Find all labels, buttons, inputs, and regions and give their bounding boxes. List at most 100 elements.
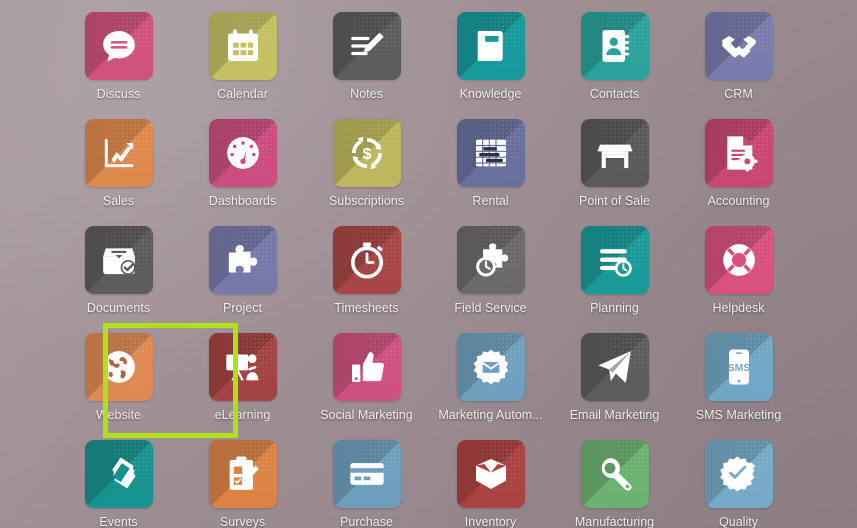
app-icon-point-of-sale[interactable]: Point of Sale [553, 119, 677, 226]
gauge-icon[interactable] [208, 119, 277, 187]
calendar-icon[interactable] [208, 12, 277, 80]
app-label: Inventory [464, 515, 517, 528]
app-icon-discuss[interactable]: Discuss [57, 12, 181, 119]
address-book-icon [602, 30, 629, 62]
app-icon-project[interactable]: Project [181, 226, 305, 333]
app-icon-documents[interactable]: Documents [57, 226, 181, 333]
app-label: Point of Sale [579, 194, 650, 208]
dollar-recycle-icon[interactable]: $ [332, 119, 401, 187]
app-label: Knowledge [459, 87, 522, 101]
app-icon-notes[interactable]: Notes [305, 12, 429, 119]
calendar-icon [227, 29, 258, 61]
handshake-icon [721, 36, 756, 58]
whiteboard-presenter-icon[interactable] [208, 333, 277, 401]
growth-chart-icon [104, 138, 133, 168]
app-icon-events[interactable]: Events [57, 440, 181, 528]
app-label: eLearning [214, 408, 271, 422]
thumbs-up-icon [351, 352, 384, 382]
sms-phone-icon: SMS [727, 349, 750, 385]
app-icon-contacts[interactable]: Contacts [553, 12, 677, 119]
app-icon-inventory[interactable]: Inventory [429, 440, 553, 528]
wrench-icon [601, 458, 631, 491]
stopwatch-icon[interactable] [332, 226, 401, 294]
credit-card-icon[interactable] [332, 440, 401, 508]
chat-bubble-icon[interactable] [84, 12, 153, 80]
app-icon-marketing-autom[interactable]: Marketing Autom... [429, 333, 553, 440]
app-icon-timesheets[interactable]: Timesheets [305, 226, 429, 333]
wrench-icon[interactable] [580, 440, 649, 508]
app-label: Subscriptions [328, 194, 405, 208]
growth-chart-icon[interactable] [84, 119, 153, 187]
whiteboard-presenter-icon [225, 354, 258, 381]
app-label: Project [223, 301, 262, 315]
bars-clock-icon[interactable] [580, 226, 649, 294]
gantt-table-icon [475, 139, 506, 167]
app-label: Email Marketing [569, 408, 660, 422]
handshake-icon[interactable] [704, 12, 773, 80]
gear-envelope-icon [473, 349, 508, 385]
app-icon-accounting[interactable]: Accounting [677, 119, 801, 226]
app-grid: Discuss Calendar Notes Knowledge Contacts CRM… [0, 0, 857, 528]
sms-phone-icon[interactable]: SMS [704, 333, 773, 401]
app-label: Documents [86, 301, 151, 315]
globe-icon[interactable] [84, 333, 153, 401]
globe-icon [102, 351, 135, 383]
app-icon-sms-marketing[interactable]: SMS SMS Marketing [677, 333, 801, 440]
app-label: Contacts [589, 87, 640, 101]
ticket-icon [111, 457, 136, 489]
app-label: Marketing Autom... [438, 408, 543, 422]
app-label: Website [96, 408, 141, 422]
clipboard-pencil-icon[interactable] [208, 440, 277, 508]
document-gear-icon[interactable] [704, 119, 773, 187]
app-icon-manufacturing[interactable]: Manufacturing [553, 440, 677, 528]
storefront-icon[interactable] [580, 119, 649, 187]
bars-clock-icon [599, 249, 632, 277]
open-box-icon[interactable] [456, 440, 525, 508]
thumbs-up-icon[interactable] [332, 333, 401, 401]
app-icon-quality[interactable]: Quality [677, 440, 801, 528]
app-icon-surveys[interactable]: Surveys [181, 440, 305, 528]
document-gear-icon [726, 136, 757, 172]
file-tray-check-icon[interactable] [84, 226, 153, 294]
credit-card-icon [349, 463, 384, 485]
app-label: Events [99, 515, 138, 528]
gauge-icon [226, 137, 259, 169]
puzzle-clock-icon[interactable] [456, 226, 525, 294]
puzzle-clock-icon [475, 243, 508, 277]
app-icon-field-service[interactable]: Field Service [429, 226, 553, 333]
svg-text:SMS: SMS [727, 363, 750, 374]
app-icon-elearning[interactable]: eLearning [181, 333, 305, 440]
app-label: Manufacturing [574, 515, 655, 528]
app-icon-dashboards[interactable]: Dashboards [181, 119, 305, 226]
app-icon-purchase[interactable]: Purchase [305, 440, 429, 528]
app-icon-email-marketing[interactable]: Email Marketing [553, 333, 677, 440]
address-book-icon[interactable] [580, 12, 649, 80]
note-pencil-icon[interactable] [332, 12, 401, 80]
app-label: Sales [102, 194, 135, 208]
app-icon-planning[interactable]: Planning [553, 226, 677, 333]
app-label: CRM [724, 87, 753, 101]
app-icon-crm[interactable]: CRM [677, 12, 801, 119]
app-label: Notes [350, 87, 383, 101]
ticket-icon[interactable] [84, 440, 153, 508]
app-icon-rental[interactable]: Rental [429, 119, 553, 226]
gear-envelope-icon[interactable] [456, 333, 525, 401]
app-icon-helpdesk[interactable]: Helpdesk [677, 226, 801, 333]
puzzle-piece-icon[interactable] [208, 226, 277, 294]
app-icon-sales[interactable]: Sales [57, 119, 181, 226]
app-label: Planning [590, 301, 639, 315]
app-icon-website[interactable]: Website [57, 333, 181, 440]
app-icon-subscriptions[interactable]: $ Subscriptions [305, 119, 429, 226]
app-label: Accounting [707, 194, 770, 208]
gantt-table-icon[interactable] [456, 119, 525, 187]
book-icon [477, 31, 503, 61]
app-icon-calendar[interactable]: Calendar [181, 12, 305, 119]
badge-pencil-icon[interactable] [704, 440, 773, 508]
app-icon-social-marketing[interactable]: Social Marketing [305, 333, 429, 440]
app-label: Purchase [340, 515, 393, 528]
desktop-wallpaper: Discuss Calendar Notes Knowledge Contacts CRM… [0, 0, 857, 528]
paper-plane-icon[interactable] [580, 333, 649, 401]
life-ring-icon[interactable] [704, 226, 773, 294]
app-icon-knowledge[interactable]: Knowledge [429, 12, 553, 119]
book-icon[interactable] [456, 12, 525, 80]
